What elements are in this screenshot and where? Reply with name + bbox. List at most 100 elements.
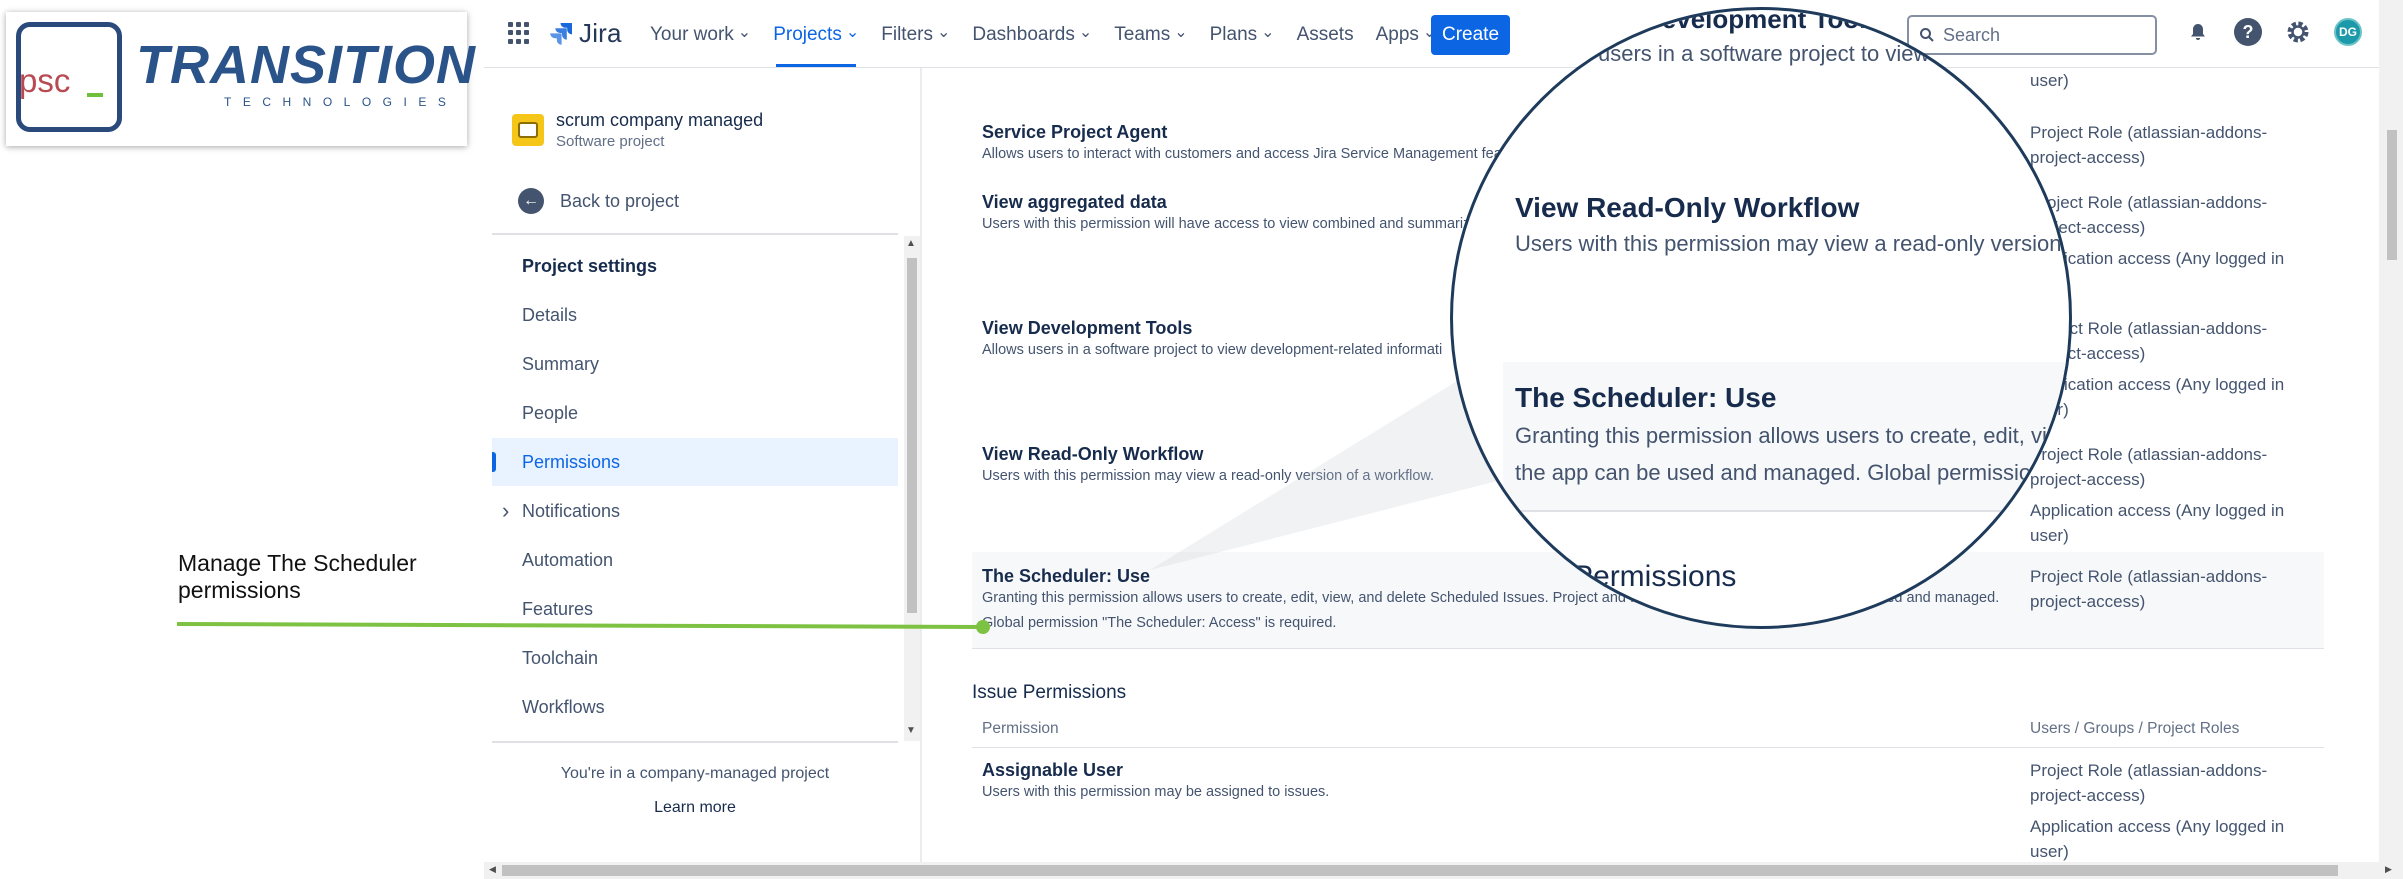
magnified-desc: users in a software project to view d [1598, 41, 1948, 66]
grant-entry: Project Role (atlassian-addons-project-a… [2030, 445, 2268, 489]
divider [492, 233, 898, 235]
sidebar-item-workflows[interactable]: Workflows [492, 683, 898, 731]
sidebar-item-label: Project settings [522, 255, 658, 276]
sidebar-item-label: Summary [522, 353, 600, 374]
grant-entry: Application access (Any logged in user) [2030, 501, 2285, 545]
permission-name: View aggregated data [982, 192, 1167, 212]
nav-item-label: Dashboards [972, 24, 1075, 45]
column-header-roles: Users / Groups / Project Roles [2030, 720, 2240, 737]
permission-name: The Scheduler: Use [982, 566, 1151, 586]
back-to-project-link[interactable]: ← Back to project [518, 188, 679, 214]
magnified-divider [1503, 510, 2069, 512]
top-navigation: Jira Your work ⌄ Projects ⌄ Filters ⌄ Dashboar… [484, 0, 2389, 68]
divider [492, 741, 898, 743]
grant-entry: Application access (Any logged in user) [2030, 817, 2285, 861]
nav-item-filters[interactable]: Filters ⌄ [881, 24, 950, 46]
sidebar-item-people[interactable]: People [492, 389, 898, 437]
project-type: Software project [556, 133, 665, 150]
permission-description: Users with this permission may be assign… [982, 784, 1330, 800]
divider [972, 747, 2324, 748]
project-header[interactable]: scrum company managed Software project [512, 110, 763, 150]
nav-item-dashboards[interactable]: Dashboards ⌄ [972, 24, 1092, 46]
sidebar-item-permissions[interactable]: Permissions [492, 438, 898, 486]
user-avatar[interactable]: DG [2334, 18, 2362, 46]
grant-entry: Application access (Any logged in user) [2030, 375, 2285, 419]
jira-app: Jira Your work ⌄ Projects ⌄ Filters ⌄ Dashboar… [484, 0, 2389, 862]
nav-item-label: Apps [1375, 24, 1419, 45]
learn-more-link[interactable]: Learn more [492, 799, 898, 817]
magnified-heading: Development Tools [1643, 7, 1881, 34]
page-horizontal-scroll-thumb[interactable] [502, 865, 2338, 876]
nav-item-assets[interactable]: Assets [1297, 24, 1354, 46]
company-managed-note: You're in a company-managed project [560, 765, 830, 782]
chevron-down-icon: ⌄ [1174, 24, 1188, 41]
nav-item-your-work[interactable]: Your work ⌄ [650, 24, 751, 46]
chevron-down-icon: ⌄ [845, 24, 860, 41]
scroll-up-arrow-icon[interactable]: ▲ [906, 238, 916, 249]
project-avatar [512, 114, 544, 146]
nav-item-plans[interactable]: Plans ⌄ [1210, 24, 1275, 46]
issue-permissions-heading: Issue Permissions [972, 682, 1127, 703]
magnified-view-readonly-workflow: View Read-Only Workflow [1515, 192, 1860, 223]
permission-name: View Development Tools [982, 318, 1193, 338]
permission-name: View Read-Only Workflow [982, 444, 1204, 464]
primary-nav: Your work ⌄ Projects ⌄ Filters ⌄ Dashboards ⌄ Te… [650, 22, 1458, 48]
settings-menu-title: Project settings [492, 242, 898, 290]
settings-menu: Project settings Details Summary People Perm… [492, 236, 898, 741]
nav-item-label: Plans [1209, 24, 1258, 45]
grant-entry: Project Role (atlassian-addons-project-a… [2030, 761, 2268, 805]
nav-item-apps[interactable]: Apps ⌄ [1376, 24, 1437, 46]
project-name: scrum company managed [556, 110, 764, 130]
jira-logo[interactable]: Jira [549, 18, 622, 48]
sidebar-scroll-thumb[interactable] [907, 258, 917, 613]
psc-logo-underscore [87, 93, 103, 97]
chevron-down-icon: ⌄ [737, 24, 752, 41]
jira-wordmark: Jira [579, 17, 622, 48]
magnified-scheduler-use: The Scheduler: Use [1515, 382, 1777, 413]
sidebar-item-toolchain[interactable]: Toolchain [492, 634, 898, 682]
nav-item-label: Filters [881, 24, 933, 45]
help-icon[interactable]: ? [2234, 18, 2262, 46]
scroll-right-arrow-icon[interactable]: ▶ [2385, 864, 2392, 875]
transition-wordmark: TRANSITION [136, 35, 476, 95]
sidebar-item-summary[interactable]: Summary [492, 340, 898, 388]
chevron-right-icon[interactable]: › [502, 498, 509, 524]
magnified-scheduler-desc-line2: the app can be used and managed. Global … [1515, 460, 2044, 485]
top-right-icons: ? DG [2184, 18, 2362, 46]
page-vertical-scroll-thumb[interactable] [2387, 130, 2397, 260]
permission-name: Assignable User [982, 760, 1124, 780]
sidebar-item-label: Details [522, 304, 578, 325]
magnified-view-readonly-desc: Users with this permission may view a re… [1515, 231, 2072, 256]
grant-entry: Project Role (atlassian-addons-project-a… [2030, 123, 2268, 167]
nav-active-indicator [776, 64, 856, 67]
grant-partial: user) [2030, 71, 2069, 90]
psc-logo-text: psc [19, 62, 71, 99]
sidebar-item-notifications[interactable]: › Notifications [492, 487, 898, 535]
sidebar-item-label: Permissions [522, 451, 621, 472]
divider [972, 648, 2324, 649]
annotation-connector-line [176, 620, 990, 634]
technologies-wordmark: TECHNOLOGIES [224, 95, 458, 109]
sidebar-item-label: Workflows [522, 696, 605, 717]
app-switcher-icon[interactable] [508, 22, 530, 44]
arrow-left-icon: ← [518, 188, 544, 214]
scroll-down-arrow-icon[interactable]: ▼ [906, 725, 916, 736]
magnified-section-heading: Permissions [1573, 560, 1737, 593]
sidebar-item-automation[interactable]: Automation [492, 536, 898, 584]
sidebar-item-label: People [522, 402, 579, 423]
nav-item-label: Assets [1296, 24, 1354, 45]
annotation-text: Manage The Scheduler permissions [178, 550, 417, 603]
column-header-permission: Permission [982, 720, 1059, 737]
notifications-icon[interactable] [2184, 18, 2212, 46]
grant-entry: Project Role (atlassian-addons-project-a… [2030, 193, 2268, 237]
sidebar-item-details[interactable]: Details [492, 291, 898, 339]
settings-gear-icon[interactable] [2284, 18, 2312, 46]
project-sidebar: scrum company managed Software project ←… [484, 68, 922, 862]
nav-item-label: Your work [650, 24, 734, 45]
scroll-left-arrow-icon[interactable]: ◀ [489, 864, 496, 875]
nav-item-teams[interactable]: Teams ⌄ [1114, 24, 1187, 46]
chevron-down-icon: ⌄ [1078, 24, 1093, 41]
sidebar-item-label: Toolchain [522, 647, 599, 668]
permission-name: Service Project Agent [982, 122, 1168, 142]
nav-item-projects[interactable]: Projects ⌄ [773, 24, 859, 46]
